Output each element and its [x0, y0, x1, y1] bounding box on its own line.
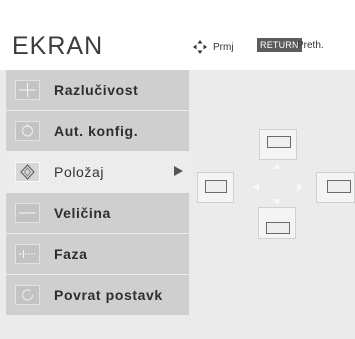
return-key-badge: RETURN	[257, 38, 302, 52]
position-down-button[interactable]	[258, 207, 296, 239]
menu-item-phase[interactable]: Faza	[6, 234, 189, 274]
menu-item-resolution[interactable]: Razlučivost	[6, 70, 189, 110]
menu-item-label: Aut. konfig.	[54, 123, 139, 139]
screen-frame-icon	[266, 222, 290, 234]
position-left-button[interactable]	[197, 172, 234, 203]
return-hint-label: Preth.	[297, 40, 324, 51]
auto-config-icon	[15, 121, 40, 141]
position-right-button[interactable]	[316, 172, 355, 203]
position-up-button[interactable]	[259, 129, 297, 160]
size-icon	[15, 203, 40, 223]
phase-icon	[15, 244, 40, 264]
move-hint: Prmj	[193, 40, 234, 54]
move-hint-label: Prmj	[213, 41, 234, 53]
menu-item-label: Veličina	[54, 205, 111, 221]
screen-title: EKRAN	[12, 32, 104, 60]
menu-item-label: Položaj	[54, 164, 105, 180]
menu-item-label: Razlučivost	[54, 82, 139, 98]
screen-frame-icon	[267, 136, 291, 148]
position-icon	[15, 162, 40, 182]
screen-frame-icon	[327, 180, 351, 193]
screen-menu: Razlučivost Aut. konfig. Položaj Veličin…	[6, 70, 189, 316]
submenu-arrow-icon	[174, 166, 183, 176]
resolution-icon	[15, 80, 40, 100]
screen-frame-icon	[205, 180, 227, 193]
move-arrows-icon	[193, 40, 207, 54]
menu-item-auto-config[interactable]: Aut. konfig.	[6, 111, 189, 151]
menu-item-position[interactable]: Položaj	[6, 152, 189, 192]
reset-icon	[15, 285, 40, 305]
menu-item-reset[interactable]: Povrat postavk	[6, 275, 189, 315]
menu-item-size[interactable]: Veličina	[6, 193, 189, 233]
menu-item-label: Povrat postavk	[54, 287, 163, 303]
header: EKRAN Prmj RETURN Preth.	[0, 0, 355, 70]
menu-item-label: Faza	[54, 246, 88, 262]
